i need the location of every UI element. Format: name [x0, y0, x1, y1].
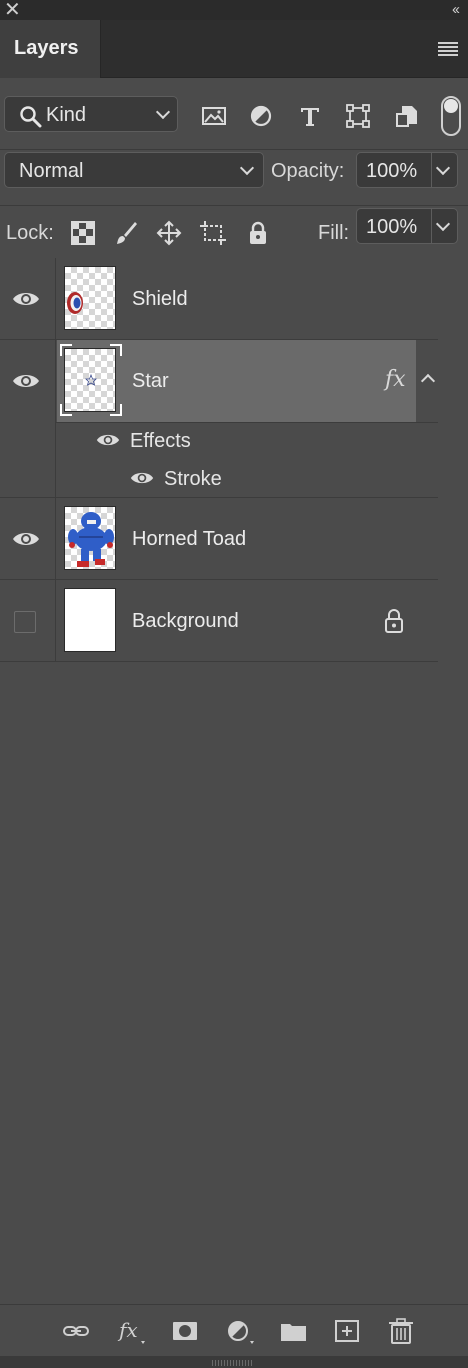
- lock-position-icon[interactable]: [156, 220, 182, 246]
- trash-icon[interactable]: [386, 1317, 416, 1345]
- new-fill-adjustment-icon[interactable]: [225, 1317, 255, 1345]
- fill-value: 100%: [366, 216, 418, 238]
- eye-icon[interactable]: [12, 372, 40, 390]
- collapse-panel-icon[interactable]: ‹‹: [452, 0, 460, 20]
- new-layer-icon[interactable]: [332, 1317, 362, 1345]
- new-group-folder-icon[interactable]: [279, 1317, 309, 1345]
- chevron-down-icon[interactable]: [435, 160, 451, 176]
- lock-icon: [385, 609, 403, 633]
- kind-filter-dropdown[interactable]: Kind: [4, 96, 178, 132]
- lock-row: Lock: Fill: 100%: [0, 206, 468, 262]
- effects-label[interactable]: Effects: [130, 430, 191, 453]
- visibility-column: [0, 340, 56, 497]
- search-icon: [20, 106, 42, 128]
- lock-image-pixels-icon[interactable]: [113, 220, 139, 246]
- close-panel-icon[interactable]: ✕: [4, 0, 21, 20]
- tab-layers-label: Layers: [14, 37, 79, 59]
- visibility-column: [0, 258, 56, 339]
- layer-name: Shield: [132, 288, 188, 310]
- panel-menu-icon[interactable]: [438, 42, 458, 56]
- filter-row: Kind: [0, 78, 468, 150]
- kind-filter-label: Kind: [46, 104, 87, 126]
- shield-image: [67, 292, 83, 314]
- tab-layers[interactable]: Layers: [0, 20, 101, 78]
- layer-name: Star: [132, 370, 169, 392]
- shape-filter-icon[interactable]: [344, 102, 372, 130]
- layer-name: Horned Toad: [132, 528, 247, 550]
- chevron-down-icon: [155, 104, 171, 120]
- chevron-down-icon: [239, 160, 255, 176]
- lock-transparent-pixels-icon[interactable]: [70, 220, 96, 246]
- layer-thumbnail: [64, 506, 116, 570]
- type-filter-icon[interactable]: [296, 102, 324, 130]
- adjustment-filter-icon[interactable]: [247, 102, 275, 130]
- layer-thumbnail: [64, 266, 116, 330]
- lock-label: Lock:: [6, 222, 54, 244]
- blend-row: Normal Opacity: 100%: [0, 150, 468, 206]
- visibility-column: [0, 580, 56, 661]
- panel-resize-grip[interactable]: [0, 1356, 468, 1368]
- layer-thumbnail: [64, 588, 116, 652]
- panel-tab-bar: Layers: [0, 20, 468, 78]
- blend-mode-value: Normal: [19, 160, 84, 182]
- lock-artboard-icon[interactable]: [200, 220, 226, 246]
- filter-toggle-switch[interactable]: [441, 96, 461, 136]
- link-layers-icon[interactable]: [61, 1317, 91, 1345]
- effect-item-stroke[interactable]: Stroke: [164, 468, 222, 491]
- eye-icon[interactable]: [96, 432, 120, 448]
- eye-icon[interactable]: [130, 470, 154, 486]
- selection-corners-icon: [60, 344, 122, 416]
- layer-name: Background: [132, 610, 239, 632]
- blend-mode-dropdown[interactable]: Normal: [4, 152, 264, 188]
- layer-row-shield[interactable]: Shield: [0, 258, 438, 340]
- fill-field[interactable]: 100%: [356, 208, 458, 244]
- opacity-label: Opacity:: [271, 160, 345, 182]
- scrollbar-track[interactable]: [438, 258, 468, 1304]
- visibility-column: [0, 498, 56, 579]
- layer-row-star[interactable]: Star fx Effects Stroke: [0, 340, 438, 498]
- add-layer-style-icon[interactable]: fx: [116, 1317, 146, 1345]
- layers-panel: Kind Normal Opacity: 100% Lock: Fill: 10…: [0, 78, 468, 1368]
- opacity-field[interactable]: 100%: [356, 152, 458, 188]
- effects-list: Effects Stroke: [56, 422, 438, 498]
- panel-top-strip: ✕ ‹‹: [0, 0, 468, 20]
- divider: [431, 209, 432, 243]
- smart-object-filter-icon[interactable]: [393, 102, 421, 130]
- add-mask-icon[interactable]: [170, 1317, 200, 1345]
- collapse-effects-chevron[interactable]: [416, 340, 438, 422]
- chevron-down-icon[interactable]: [435, 216, 451, 232]
- pixel-filter-icon[interactable]: [200, 102, 228, 130]
- visibility-toggle-off[interactable]: [14, 611, 36, 633]
- eye-icon[interactable]: [12, 290, 40, 308]
- opacity-value: 100%: [366, 160, 418, 182]
- layer-row-background[interactable]: Background: [0, 580, 438, 662]
- lock-all-icon[interactable]: [245, 220, 271, 246]
- fill-label: Fill:: [318, 222, 350, 244]
- divider: [431, 153, 432, 187]
- layer-row-horned-toad[interactable]: Horned Toad: [0, 498, 438, 580]
- divider: [56, 422, 438, 423]
- svg-text:fx: fx: [117, 1318, 138, 1342]
- eye-icon[interactable]: [12, 530, 40, 548]
- fx-icon[interactable]: fx: [385, 367, 406, 392]
- horned-toad-image: [68, 512, 114, 567]
